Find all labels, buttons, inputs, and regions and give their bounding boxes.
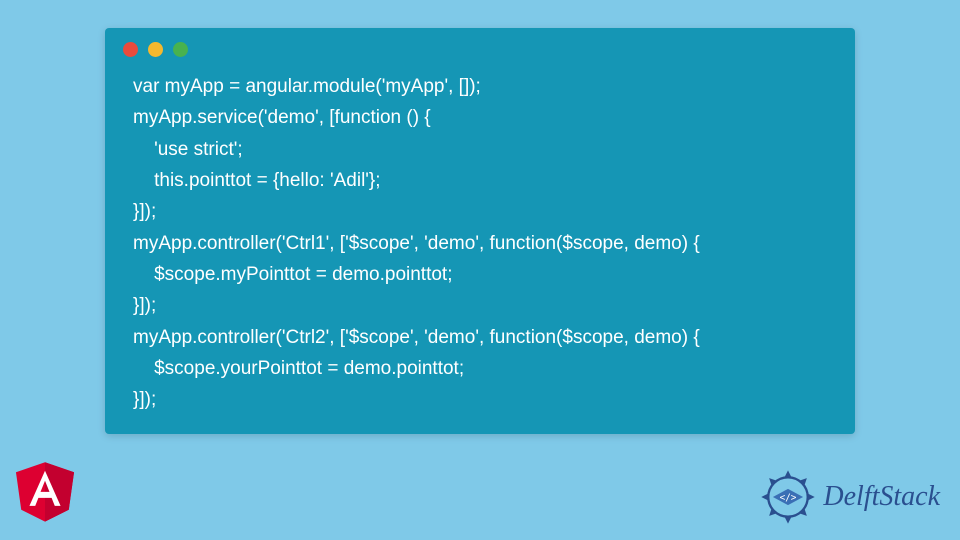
code-block: var myApp = angular.module('myApp', []);… <box>105 67 855 416</box>
brand-name: DelftStack <box>823 481 940 513</box>
window-controls <box>105 28 855 67</box>
close-icon <box>123 42 138 57</box>
minimize-icon <box>148 42 163 57</box>
code-window: var myApp = angular.module('myApp', []);… <box>105 28 855 434</box>
delftstack-badge-icon: </> <box>759 468 817 526</box>
angular-logo-icon <box>12 455 78 525</box>
delftstack-brand: </> DelftStack <box>759 468 940 526</box>
maximize-icon <box>173 42 188 57</box>
svg-text:</>: </> <box>780 492 797 503</box>
